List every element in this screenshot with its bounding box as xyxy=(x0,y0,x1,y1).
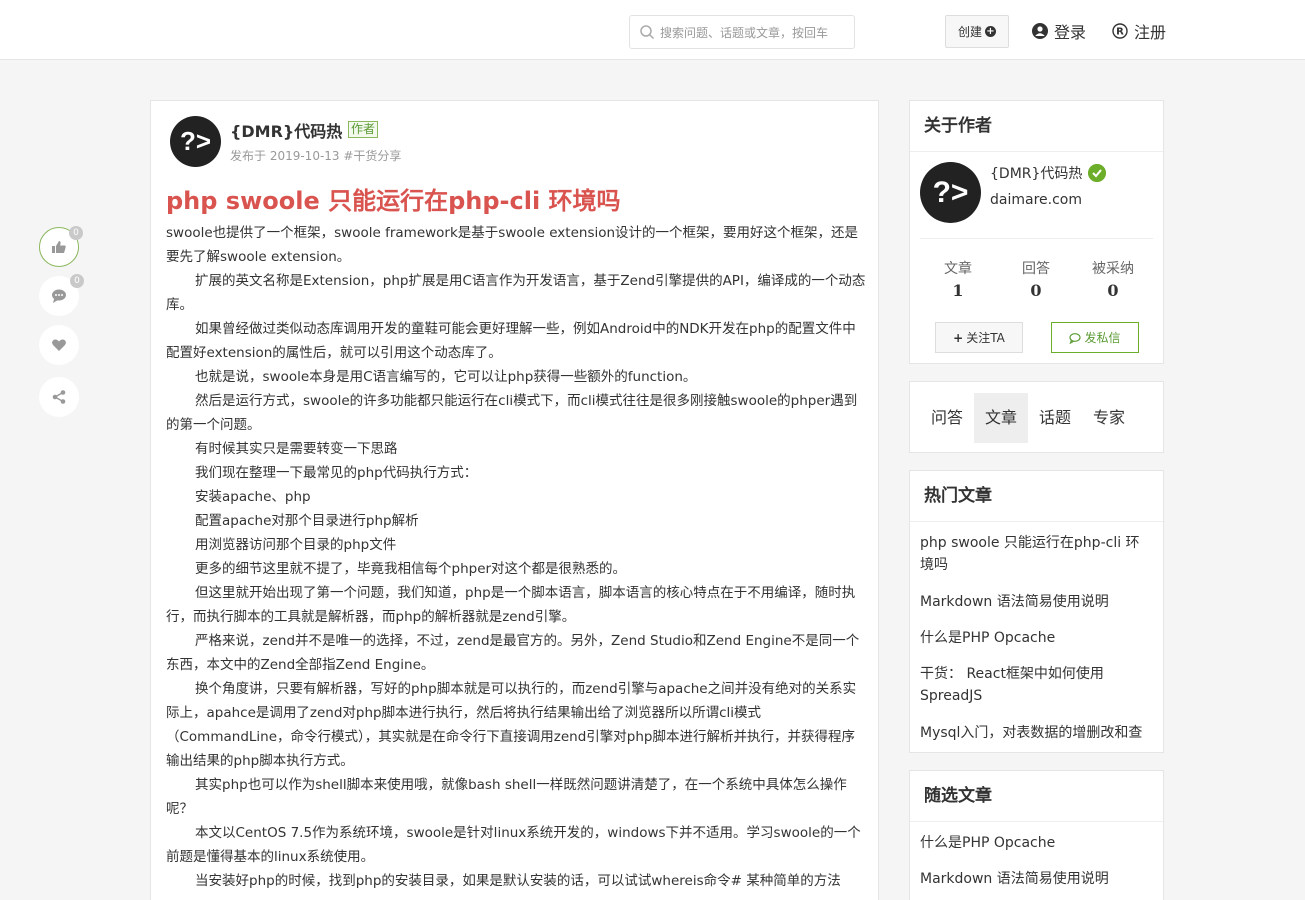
about-author-card: 关于作者 ?> {DMR}代码热 daimare.com 文章 1 回答 0 被… xyxy=(909,100,1164,364)
article-paragraph: 扩展的英文名称是Extension，php扩展是用C语言作为开发语言，基于Zen… xyxy=(166,273,866,313)
hot-article-link[interactable]: Markdown 语法简易使用说明 xyxy=(910,591,1163,613)
registered-icon: R xyxy=(1112,23,1128,39)
stat-answers: 回答 0 xyxy=(1001,258,1071,300)
author-badge: 作者 xyxy=(348,121,379,138)
author-name[interactable]: {DMR}代码热 xyxy=(230,118,342,142)
article-paragraph: 换个角度讲，只要有解析器，写好的php脚本就是可以执行的，而zend引擎与apa… xyxy=(166,681,857,769)
login-label: 登录 xyxy=(1054,23,1087,42)
author-site: daimare.com xyxy=(990,192,1082,208)
favorite-button[interactable] xyxy=(39,325,79,365)
author-avatar-large[interactable]: ?> xyxy=(920,162,981,223)
hot-article-link[interactable]: 干货： React框架中如何使用SpreadJS xyxy=(910,663,1163,707)
tab-questions[interactable]: 问答 xyxy=(920,393,974,443)
about-author-name[interactable]: {DMR}代码热 xyxy=(990,163,1082,183)
article-paragraph: 我们现在整理一下最常见的php代码执行方式： xyxy=(195,465,478,481)
stat-articles: 文章 1 xyxy=(923,258,993,300)
comment-icon xyxy=(52,289,66,303)
follow-button[interactable]: + 关注TA xyxy=(935,322,1023,353)
comment-button[interactable]: 0 xyxy=(39,274,84,316)
message-button[interactable]: 发私信 xyxy=(1051,322,1139,353)
article-paragraph: 但这里就开始出现了第一个问题，我们知道，php是一个脚本语言，脚本语言的核心特点… xyxy=(166,585,856,625)
hot-article-link[interactable]: 什么是PHP Opcache xyxy=(910,627,1163,649)
message-label: 发私信 xyxy=(1084,331,1121,345)
random-article-link[interactable]: 什么是PHP Opcache xyxy=(910,832,1163,854)
plus-icon: + xyxy=(953,330,964,345)
heart-icon xyxy=(52,339,66,351)
search-icon xyxy=(640,25,655,40)
search-box[interactable] xyxy=(629,15,855,49)
article-paragraph: 配置apache对那个目录进行php解析 xyxy=(195,513,419,529)
plus-circle-icon: + xyxy=(985,26,996,37)
article-paragraph: 如果曾经做过类似动态库调用开发的童鞋可能会更好理解一些，例如Android中的N… xyxy=(166,321,856,361)
like-count: 0 xyxy=(69,226,83,240)
hot-article-link[interactable]: php swoole 只能运行在php-cli 环境吗 xyxy=(910,532,1163,576)
create-label: 创建 xyxy=(957,25,982,39)
article-card: ?> {DMR}代码热 作者 发布于 2019-10-13 #干货分享 php … xyxy=(150,100,879,900)
hot-articles-card: 热门文章 php swoole 只能运行在php-cli 环境吗 Markdow… xyxy=(909,470,1164,753)
stat-value: 0 xyxy=(1107,281,1119,300)
stat-label: 文章 xyxy=(944,261,972,277)
stat-value: 0 xyxy=(1030,281,1042,300)
stat-adopted: 被采纳 0 xyxy=(1078,258,1148,300)
article-paragraph: 严格来说，zend并不是唯一的选择，不过，zend是最官方的。另外，Zend S… xyxy=(166,633,860,673)
article-body: swoole也提供了一个框架，swoole framework是基于swoole… xyxy=(166,221,866,893)
article-paragraph: 本文以CentOS 7.5作为系统环境，swoole是针对linux系统开发的，… xyxy=(166,825,861,865)
random-articles-title: 随选文章 xyxy=(910,771,1163,822)
article-paragraph: 安装apache、php xyxy=(195,489,311,505)
register-label: 注册 xyxy=(1134,23,1167,42)
tab-experts[interactable]: 专家 xyxy=(1082,393,1136,443)
thumbs-up-icon xyxy=(52,241,66,253)
hot-article-link[interactable]: Mysql入门，对表数据的增删改和查 xyxy=(910,722,1163,744)
article-paragraph: 然后是运行方式，swoole的许多功能都只能运行在cli模式下，而cli模式往往… xyxy=(166,393,858,433)
article-paragraph: 也就是说，swoole本身是用C语言编写的，它可以让php获得一些额外的func… xyxy=(195,369,697,385)
share-icon xyxy=(52,390,66,404)
tab-articles[interactable]: 文章 xyxy=(974,393,1028,443)
article-paragraph: 当安装好php的时候，找到php的安装目录，如果是默认安装的话，可以试试wher… xyxy=(195,873,841,889)
message-icon xyxy=(1069,332,1082,344)
content-tabs: 问答 文章 话题 专家 xyxy=(909,381,1164,453)
about-author-title: 关于作者 xyxy=(910,101,1163,152)
random-article-link[interactable]: Markdown 语法简易使用说明 xyxy=(910,868,1163,890)
verified-icon xyxy=(1088,164,1106,182)
stat-label: 被采纳 xyxy=(1092,261,1134,277)
stat-label: 回答 xyxy=(1022,261,1050,277)
hot-articles-title: 热门文章 xyxy=(910,471,1163,522)
stat-value: 1 xyxy=(952,281,964,300)
follow-label: 关注TA xyxy=(966,331,1005,345)
user-icon xyxy=(1032,23,1048,39)
divider xyxy=(920,238,1153,239)
article-paragraph: 用浏览器访问那个目录的php文件 xyxy=(195,537,397,553)
random-articles-card: 随选文章 什么是PHP Opcache Markdown 语法简易使用说明 xyxy=(909,770,1164,900)
comment-count: 0 xyxy=(70,274,84,288)
article-title: php swoole 只能运行在php-cli 环境吗 xyxy=(166,187,621,215)
tab-topics[interactable]: 话题 xyxy=(1028,393,1082,443)
create-button[interactable]: 创建 + xyxy=(945,15,1009,48)
like-button[interactable]: 0 xyxy=(39,226,83,267)
svg-text:R: R xyxy=(1116,27,1124,38)
share-button[interactable] xyxy=(39,377,79,417)
article-paragraph: 有时候其实只是需要转变一下思路 xyxy=(195,441,398,457)
search-input[interactable] xyxy=(660,23,850,43)
author-avatar[interactable]: ?> xyxy=(170,116,221,167)
register-link[interactable]: R 注册 xyxy=(1112,20,1166,42)
top-header: 创建 + 登录 R 注册 xyxy=(0,0,1305,60)
article-paragraph: 其实php也可以作为shell脚本来使用哦，就像bash shell一样既然问题… xyxy=(166,777,847,817)
post-meta: 发布于 2019-10-13 #干货分享 xyxy=(230,149,402,163)
article-paragraph: 更多的细节这里就不提了，毕竟我相信每个phper对这个都是很熟悉的。 xyxy=(195,561,627,577)
login-link[interactable]: 登录 xyxy=(1032,20,1086,42)
article-paragraph: swoole也提供了一个框架，swoole framework是基于swoole… xyxy=(166,225,859,265)
